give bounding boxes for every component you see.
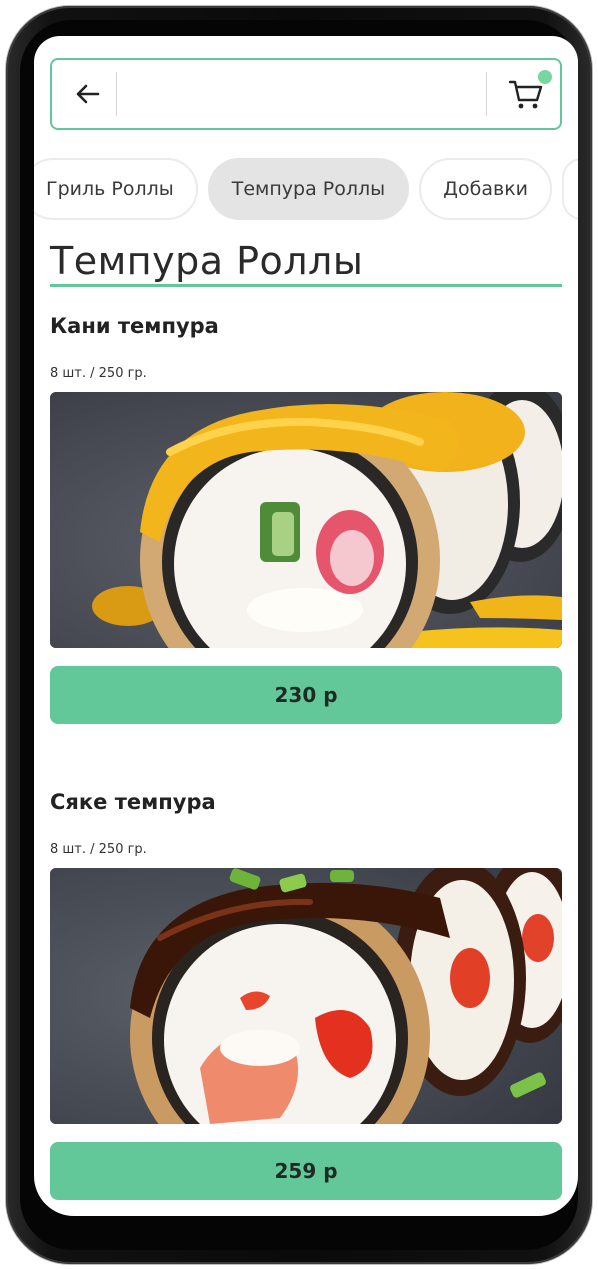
section-title: Темпура Роллы [50, 239, 364, 283]
kani-tempura-roll-photo [50, 392, 562, 648]
category-chip-tempura-rolls[interactable]: Темпура Роллы [207, 158, 410, 220]
syake-tempura-roll-photo [50, 868, 562, 1124]
app-screen: Гриль Роллы Темпура Роллы Добавки Темпур… [34, 36, 578, 1216]
category-chip-grill-rolls[interactable]: Гриль Роллы [34, 158, 198, 220]
topbar-divider-left [116, 72, 117, 116]
product-name: Сяке темпура [50, 790, 216, 814]
section-underline [50, 284, 562, 287]
product-name: Кани темпура [50, 314, 219, 338]
price-button-syake-tempura[interactable]: 259 р [50, 1142, 562, 1200]
topbar-divider-right [486, 72, 487, 116]
product-image-kani-tempura[interactable] [50, 392, 562, 648]
back-button[interactable] [60, 68, 114, 120]
category-chip-partial[interactable] [562, 158, 578, 220]
top-search-bar [50, 58, 562, 130]
product-meta: 8 шт. / 250 гр. [50, 366, 147, 381]
category-chip-extras[interactable]: Добавки [419, 158, 553, 220]
cart-badge-dot [538, 70, 552, 84]
product-meta: 8 шт. / 250 гр. [50, 842, 147, 857]
arrow-left-icon [76, 84, 100, 104]
search-input[interactable] [124, 72, 478, 116]
cart-button[interactable] [498, 68, 554, 120]
price-button-kani-tempura[interactable]: 230 р [50, 666, 562, 724]
category-chips: Гриль Роллы Темпура Роллы Добавки [34, 158, 578, 222]
product-image-syake-tempura[interactable] [50, 868, 562, 1124]
